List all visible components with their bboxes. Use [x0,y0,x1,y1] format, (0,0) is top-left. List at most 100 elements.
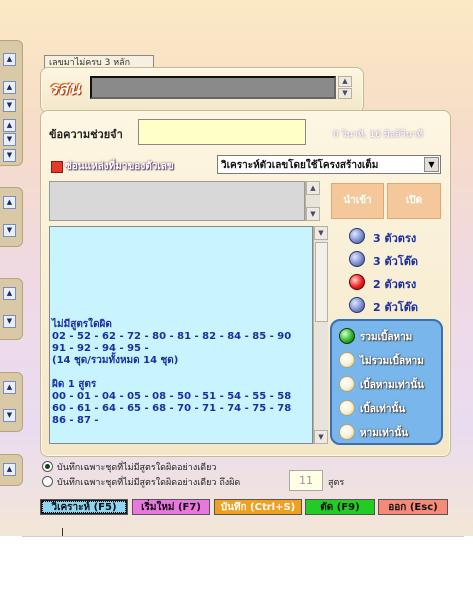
up-arrow-icon[interactable]: ▲ [3,463,16,476]
match-mode-option[interactable]: 2 ตัวตรง [337,272,447,292]
analysis-panel: ข้อความช่วยจำ 0 วินาที, 16 มิลลิวินาที ซ… [40,110,451,457]
mode-select-value: วิเคราะห์ตัวเลขโดยใช้โครงสร้างเต็ม [221,160,379,171]
help-input[interactable] [138,119,306,145]
led-radio-icon[interactable] [339,424,355,440]
down-arrow-icon[interactable]: ▼ [3,149,16,162]
led-radio-icon[interactable] [349,297,365,313]
result-scrollbar[interactable]: ▼ ▼ [313,226,328,444]
duplicate-mode-label: ไม่รวมเบิ้ลหาม [360,356,424,367]
scroll-thumb[interactable] [315,242,328,322]
save-option-1-radio[interactable] [42,461,53,472]
result-line: ไม่มีสูตรใดผิด [52,319,112,330]
up-arrow-icon[interactable]: ▼ [314,226,328,240]
window-divider-tick [62,528,63,536]
input-scrollbar[interactable]: ▲ ▼ [305,181,320,221]
match-mode-option[interactable]: 3 ตัวตรง [337,226,447,246]
save-option-2-label: บันทึกเฉพาะชุดที่ไม่มีสูตรใดผิดอย่างเดีย… [57,478,241,488]
duplicate-mode-label: เบิ้ลหามเท่านั้น [360,380,424,391]
up-arrow-icon[interactable]: ▲ [3,119,16,132]
result-spinner[interactable]: ▲ ▼ [338,76,352,99]
result-line: 91 - 92 - 94 - 95 - [52,343,149,354]
result-line: 02 - 52 - 62 - 72 - 80 - 81 - 82 - 84 - … [52,331,292,342]
left-control-group: ▲ ▼ [0,372,23,432]
fault-count-input[interactable] [289,470,323,491]
left-control-group: ▲ ▲ ▼ ▲ ▼ ▼ [0,40,23,166]
down-arrow-icon[interactable]: ▼ [3,224,16,237]
cut-button[interactable]: ตัด (F9) [305,499,375,515]
result-line: (14 ชุด/รวมทั้งหมด 14 ชุด) [52,355,179,366]
fault-count-unit: สูตร [328,478,345,488]
match-mode-option[interactable]: 3 ตัวโต๊ด [337,249,447,269]
duplicate-mode-label: รวมเบิ้ลหาม [360,332,413,343]
duplicate-mode-option[interactable]: หามเท่านั้น [332,421,442,443]
result-display [90,76,336,99]
down-arrow-icon[interactable]: ▼ [338,88,352,99]
duplicate-mode-option[interactable]: เบิ้ลเท่านั้น [332,397,442,419]
down-arrow-icon[interactable]: ▼ [306,207,320,221]
new-button[interactable]: เริ่มใหม่ (F7) [132,499,210,515]
left-control-group: ▲ [0,454,23,486]
led-radio-icon[interactable] [339,400,355,416]
left-control-group: ▲ ▼ [0,187,23,247]
save-option-2-radio[interactable] [42,476,53,487]
left-control-group: ▲ ▼ [0,278,23,340]
match-mode-label: 3 ตัวโต๊ด [373,255,418,268]
result-line [50,367,312,379]
down-arrow-icon[interactable]: ▼ [314,430,328,444]
led-radio-icon[interactable] [339,376,355,392]
result-panel: รสน ▲ ▼ [40,67,364,113]
match-mode-label: 2 ตัวตรง [373,278,417,291]
analyze-button[interactable]: วิเคราะห์ (F5) [40,499,128,515]
led-radio-icon[interactable] [349,251,365,267]
import-button[interactable]: นำเข้า [331,183,384,219]
duplicate-mode-option[interactable]: รวมเบิ้ลหาม [332,325,442,347]
duplicate-mode-label: เบิ้ลเท่านั้น [360,404,406,415]
result-listbox[interactable]: ไม่มีสูตรใดผิด 02 - 52 - 62 - 72 - 80 - 8… [49,226,313,444]
duplicate-mode-list: รวมเบิ้ลหามไม่รวมเบิ้ลหามเบิ้ลหามเท่านั้… [332,321,442,441]
input-textarea[interactable] [49,181,305,221]
down-arrow-icon[interactable]: ▼ [3,409,16,422]
down-arrow-icon[interactable]: ▼ [3,133,16,146]
up-arrow-icon[interactable]: ▲ [3,196,16,209]
window-bottom-edge [22,536,464,537]
up-arrow-icon[interactable]: ▲ [3,381,16,394]
match-mode-group: 3 ตัวตรง 3 ตัวโต๊ด 2 ตัวตรง 2 ตัวโต๊ด [337,226,447,318]
result-line: 60 - 61 - 64 - 65 - 68 - 70 - 71 - 74 - … [52,403,292,414]
open-button[interactable]: เปิด [387,183,441,219]
up-arrow-icon[interactable]: ▲ [3,287,16,300]
led-radio-icon[interactable] [349,228,365,244]
match-mode-option[interactable]: 2 ตัวโต๊ด [337,295,447,315]
up-arrow-icon[interactable]: ▲ [3,81,16,94]
duplicate-mode-label: หามเท่านั้น [360,428,409,439]
led-radio-icon[interactable] [339,352,355,368]
radio-dot [45,464,50,469]
duplicate-mode-option[interactable]: ไม่รวมเบิ้ลหาม [332,349,442,371]
main-window: ▲ ▲ ▼ ▲ ▼ ▼ ▲ ▼ ▲ ▼ ▲ ▼ ▲ เลขมาไม่ครบ 3 … [0,0,473,536]
result-line: 00 - 01 - 04 - 05 - 08 - 50 - 51 - 54 - … [52,391,292,402]
elapsed-timer: 0 วินาที, 16 มิลลิวินาที [333,130,423,140]
chevron-down-icon[interactable]: ▼ [424,157,439,172]
result-line: 86 - 87 - [52,415,99,426]
down-arrow-icon[interactable]: ▼ [3,99,16,112]
up-arrow-icon[interactable]: ▲ [3,53,16,66]
save-option-1-label: บันทึกเฉพาะชุดที่ไม่มีสูตรใดผิดอย่างเดีย… [57,463,217,473]
down-arrow-icon[interactable]: ▼ [3,315,16,328]
result-lines: ไม่มีสูตรใดผิด 02 - 52 - 62 - 72 - 80 - 8… [50,319,312,427]
save-button[interactable]: บันทึก (Ctrl+S) [214,499,302,515]
help-label: ข้อความช่วยจำ [49,128,123,141]
match-mode-label: 3 ตัวตรง [373,232,417,245]
led-radio-icon[interactable] [349,274,365,290]
source-label: ซ่อนแหล่งที่มาของตัวเลข [65,161,174,172]
match-mode-label: 2 ตัวโต๊ด [373,301,418,314]
result-line: ผิด 1 สูตร [52,379,97,390]
mode-select[interactable]: วิเคราะห์ตัวเลขโดยใช้โครงสร้างเต็ม ▼ [217,155,441,174]
duplicate-mode-option[interactable]: เบิ้ลหามเท่านั้น [332,373,442,395]
source-checkbox[interactable] [51,161,63,173]
up-arrow-icon[interactable]: ▲ [338,76,352,87]
left-edge-controls: ▲ ▲ ▼ ▲ ▼ ▼ ▲ ▼ ▲ ▼ ▲ ▼ ▲ [0,0,26,536]
duplicate-mode-group: รวมเบิ้ลหามไม่รวมเบิ้ลหามเบิ้ลหามเท่านั้… [330,319,443,445]
result-label: รสน [49,79,81,99]
led-radio-icon[interactable] [339,328,355,344]
up-arrow-icon[interactable]: ▲ [306,181,320,195]
exit-button[interactable]: ออก (Esc) [378,499,448,515]
